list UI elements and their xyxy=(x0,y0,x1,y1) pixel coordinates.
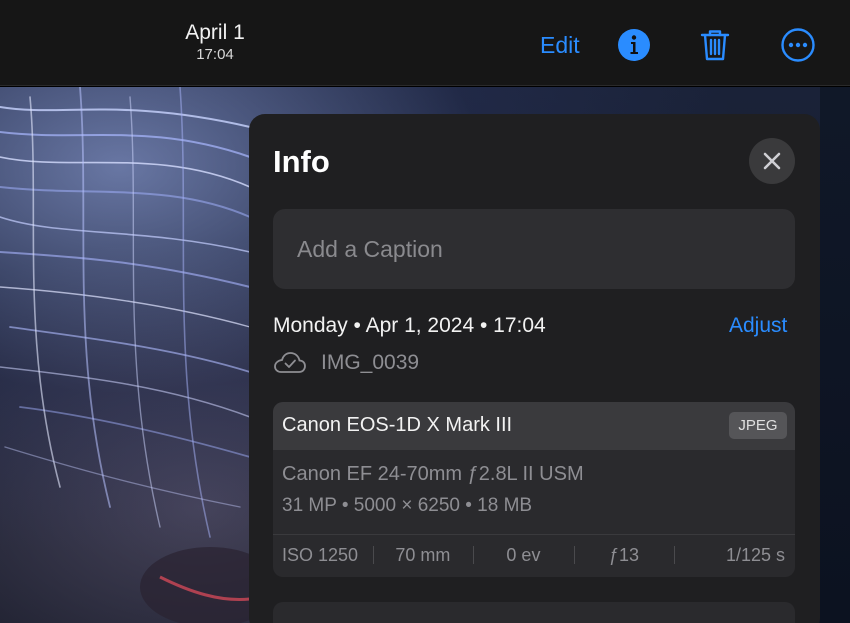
capture-datetime: Monday • Apr 1, 2024 • 17:04 xyxy=(273,314,546,337)
edit-button[interactable]: Edit xyxy=(540,32,580,59)
exif-focal-length: 70 mm xyxy=(372,534,474,577)
photo-date: April 1 xyxy=(185,21,245,44)
close-button[interactable] xyxy=(749,138,795,184)
exif-exposure-bias: 0 ev xyxy=(473,534,574,577)
panel-title: Info xyxy=(273,144,330,179)
photo-edge xyxy=(820,87,850,623)
camera-model: Canon EOS-1D X Mark III xyxy=(282,414,513,436)
file-row: IMG_0039 xyxy=(273,350,419,376)
camera-card-header: Canon EOS-1D X Mark III JPEG xyxy=(273,402,795,450)
info-panel: Info Monday • Apr 1, 2024 • 17:04 Adjust… xyxy=(249,114,820,623)
more-icon[interactable] xyxy=(780,27,816,63)
info-icon[interactable] xyxy=(616,27,652,63)
format-badge: JPEG xyxy=(729,412,787,439)
exif-shutter-speed: 1/125 s xyxy=(674,534,795,577)
next-section-card xyxy=(273,602,795,623)
exif-iso: ISO 1250 xyxy=(282,545,359,565)
adjust-button[interactable]: Adjust xyxy=(729,314,787,338)
photo-date-block: April 1 17:04 xyxy=(160,20,270,64)
image-specs: 31 MP • 5000 × 6250 • 18 MB xyxy=(282,495,533,516)
trash-icon[interactable] xyxy=(697,27,733,63)
camera-card: Canon EOS-1D X Mark III JPEG Canon EF 24… xyxy=(273,402,795,577)
cloud-check-icon xyxy=(274,352,306,373)
top-bar: April 1 17:04 Edit xyxy=(0,0,850,86)
exif-aperture: ƒ13 xyxy=(573,534,675,577)
photo-time: 17:04 xyxy=(196,46,234,63)
hair-strands xyxy=(0,87,260,623)
lens-info: Canon EF 24-70mm ƒ2.8L II USM xyxy=(282,463,584,485)
caption-input[interactable] xyxy=(273,209,795,289)
file-name: IMG_0039 xyxy=(321,351,420,374)
exif-row: ISO 1250 70 mm 0 ev ƒ13 1/125 s xyxy=(273,534,795,577)
close-icon xyxy=(763,152,781,170)
